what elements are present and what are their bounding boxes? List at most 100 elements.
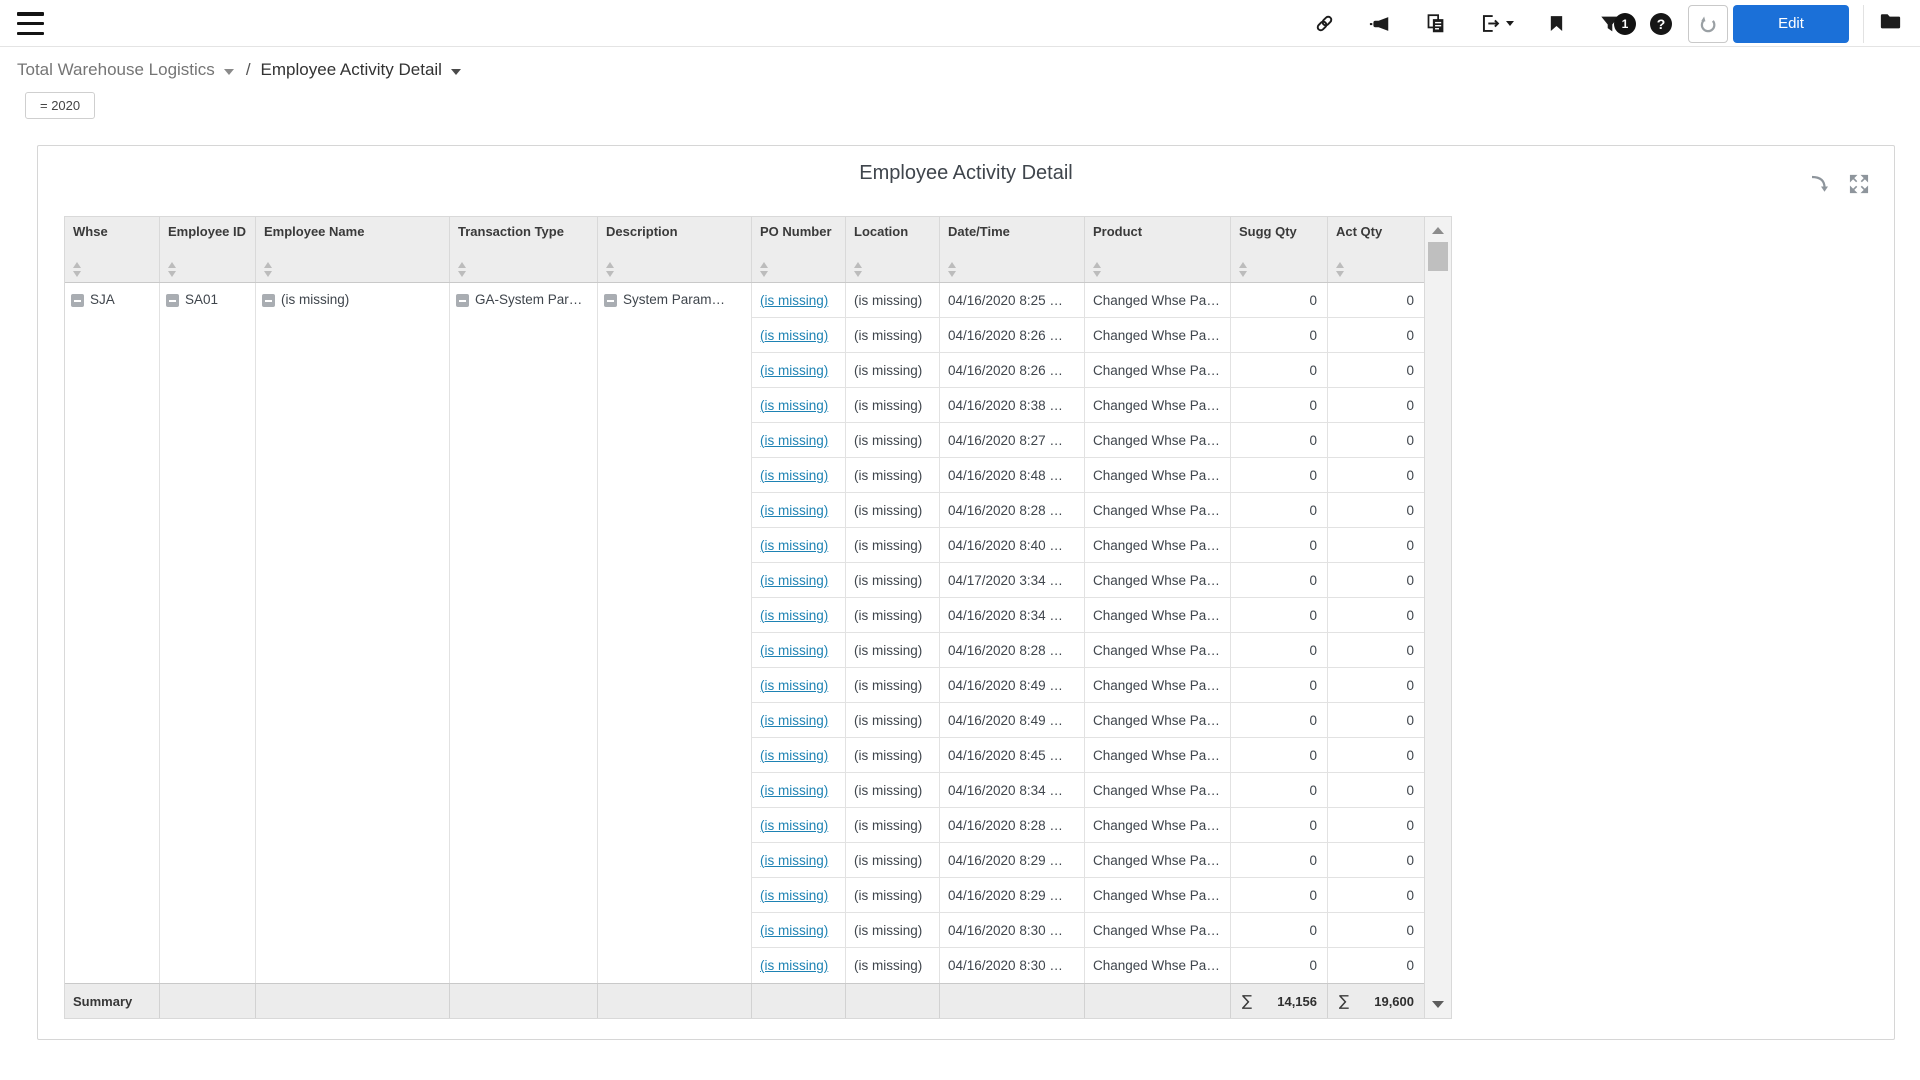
scroll-down-icon[interactable]: [1432, 1001, 1444, 1008]
scrollbar-thumb[interactable]: [1428, 242, 1448, 271]
po-number-link[interactable]: (is missing): [760, 853, 828, 868]
drill-arrow-icon[interactable]: [1808, 172, 1832, 201]
bookmark-icon[interactable]: [1548, 13, 1565, 34]
sort-desc-icon[interactable]: [606, 271, 614, 277]
sort-asc-icon[interactable]: [73, 262, 81, 268]
column-header-product[interactable]: Product: [1085, 217, 1231, 282]
column-header-transaction-type[interactable]: Transaction Type: [450, 217, 598, 282]
help-icon[interactable]: ?: [1650, 13, 1672, 35]
sort-desc-icon[interactable]: [264, 271, 272, 277]
sort-control[interactable]: [854, 262, 864, 277]
scroll-up-icon[interactable]: [1432, 227, 1444, 234]
po-number-link[interactable]: (is missing): [760, 538, 828, 553]
link-icon[interactable]: [1314, 13, 1335, 34]
vertical-scrollbar[interactable]: [1424, 217, 1451, 1018]
column-header-description[interactable]: Description: [598, 217, 752, 282]
po-number-cell[interactable]: (is missing): [752, 528, 846, 562]
po-number-link[interactable]: (is missing): [760, 573, 828, 588]
column-header-employee-name[interactable]: Employee Name: [256, 217, 450, 282]
sort-desc-icon[interactable]: [73, 271, 81, 277]
po-number-link[interactable]: (is missing): [760, 888, 828, 903]
sort-asc-icon[interactable]: [1336, 262, 1344, 268]
po-number-cell[interactable]: (is missing): [752, 353, 846, 387]
column-header-whse[interactable]: Whse: [65, 217, 160, 282]
sort-asc-icon[interactable]: [1239, 262, 1247, 268]
sort-desc-icon[interactable]: [948, 271, 956, 277]
po-number-cell[interactable]: (is missing): [752, 913, 846, 947]
sort-desc-icon[interactable]: [458, 271, 466, 277]
column-header-location[interactable]: Location: [846, 217, 940, 282]
sort-desc-icon[interactable]: [854, 271, 862, 277]
column-header-date-time[interactable]: Date/Time: [940, 217, 1085, 282]
column-header-employee-id[interactable]: Employee ID: [160, 217, 256, 282]
chevron-down-icon[interactable]: [224, 69, 234, 75]
po-number-cell[interactable]: (is missing): [752, 878, 846, 912]
sort-desc-icon[interactable]: [1336, 271, 1344, 277]
po-number-cell[interactable]: (is missing): [752, 948, 846, 983]
collapse-icon[interactable]: [262, 294, 275, 307]
sort-control[interactable]: [1336, 262, 1346, 277]
po-number-link[interactable]: (is missing): [760, 468, 828, 483]
po-number-link[interactable]: (is missing): [760, 818, 828, 833]
po-number-link[interactable]: (is missing): [760, 608, 828, 623]
po-number-link[interactable]: (is missing): [760, 328, 828, 343]
po-number-cell[interactable]: (is missing): [752, 808, 846, 842]
sort-asc-icon[interactable]: [854, 262, 862, 268]
po-number-cell[interactable]: (is missing): [752, 703, 846, 737]
po-number-cell[interactable]: (is missing): [752, 668, 846, 702]
sort-asc-icon[interactable]: [606, 262, 614, 268]
po-number-link[interactable]: (is missing): [760, 398, 828, 413]
sort-desc-icon[interactable]: [760, 271, 768, 277]
edit-button[interactable]: Edit: [1733, 5, 1849, 43]
po-number-cell[interactable]: (is missing): [752, 283, 846, 317]
announcement-icon[interactable]: [1369, 13, 1391, 35]
collapse-icon[interactable]: [456, 294, 469, 307]
column-header-sugg-qty[interactable]: Sugg Qty: [1231, 217, 1328, 282]
po-number-link[interactable]: (is missing): [760, 713, 828, 728]
sort-asc-icon[interactable]: [264, 262, 272, 268]
refresh-button[interactable]: [1688, 5, 1728, 43]
sort-desc-icon[interactable]: [1093, 271, 1101, 277]
sort-control[interactable]: [264, 262, 274, 277]
sort-control[interactable]: [948, 262, 958, 277]
sort-control[interactable]: [760, 262, 770, 277]
po-number-link[interactable]: (is missing): [760, 293, 828, 308]
po-number-link[interactable]: (is missing): [760, 748, 828, 763]
breadcrumb-dashboard[interactable]: Total Warehouse Logistics: [17, 60, 215, 80]
sort-control[interactable]: [606, 262, 616, 277]
po-number-cell[interactable]: (is missing): [752, 458, 846, 492]
filter-icon[interactable]: 1: [1599, 13, 1636, 35]
po-number-cell[interactable]: (is missing): [752, 633, 846, 667]
sort-control[interactable]: [73, 262, 83, 277]
collapse-icon[interactable]: [166, 294, 179, 307]
sort-control[interactable]: [168, 262, 178, 277]
po-number-cell[interactable]: (is missing): [752, 598, 846, 632]
po-number-cell[interactable]: (is missing): [752, 318, 846, 352]
po-number-cell[interactable]: (is missing): [752, 423, 846, 457]
menu-icon[interactable]: [17, 12, 44, 35]
po-number-link[interactable]: (is missing): [760, 678, 828, 693]
sort-asc-icon[interactable]: [1093, 262, 1101, 268]
column-header-act-qty[interactable]: Act Qty: [1328, 217, 1424, 282]
collapse-icon[interactable]: [604, 294, 617, 307]
sort-asc-icon[interactable]: [948, 262, 956, 268]
po-number-link[interactable]: (is missing): [760, 958, 828, 973]
po-number-cell[interactable]: (is missing): [752, 843, 846, 877]
sort-asc-icon[interactable]: [760, 262, 768, 268]
sort-control[interactable]: [1239, 262, 1249, 277]
po-number-link[interactable]: (is missing): [760, 923, 828, 938]
po-number-cell[interactable]: (is missing): [752, 773, 846, 807]
export-icon[interactable]: [1480, 13, 1514, 34]
po-number-cell[interactable]: (is missing): [752, 388, 846, 422]
po-number-cell[interactable]: (is missing): [752, 563, 846, 597]
po-number-link[interactable]: (is missing): [760, 363, 828, 378]
sort-asc-icon[interactable]: [168, 262, 176, 268]
chevron-down-icon[interactable]: [451, 69, 461, 75]
folder-icon[interactable]: [1878, 10, 1903, 37]
fullscreen-icon[interactable]: [1848, 173, 1870, 200]
breadcrumb-current[interactable]: Employee Activity Detail: [261, 60, 442, 80]
filter-chip-2020[interactable]: = 2020: [25, 92, 95, 119]
sort-control[interactable]: [458, 262, 468, 277]
po-number-cell[interactable]: (is missing): [752, 738, 846, 772]
po-number-link[interactable]: (is missing): [760, 503, 828, 518]
